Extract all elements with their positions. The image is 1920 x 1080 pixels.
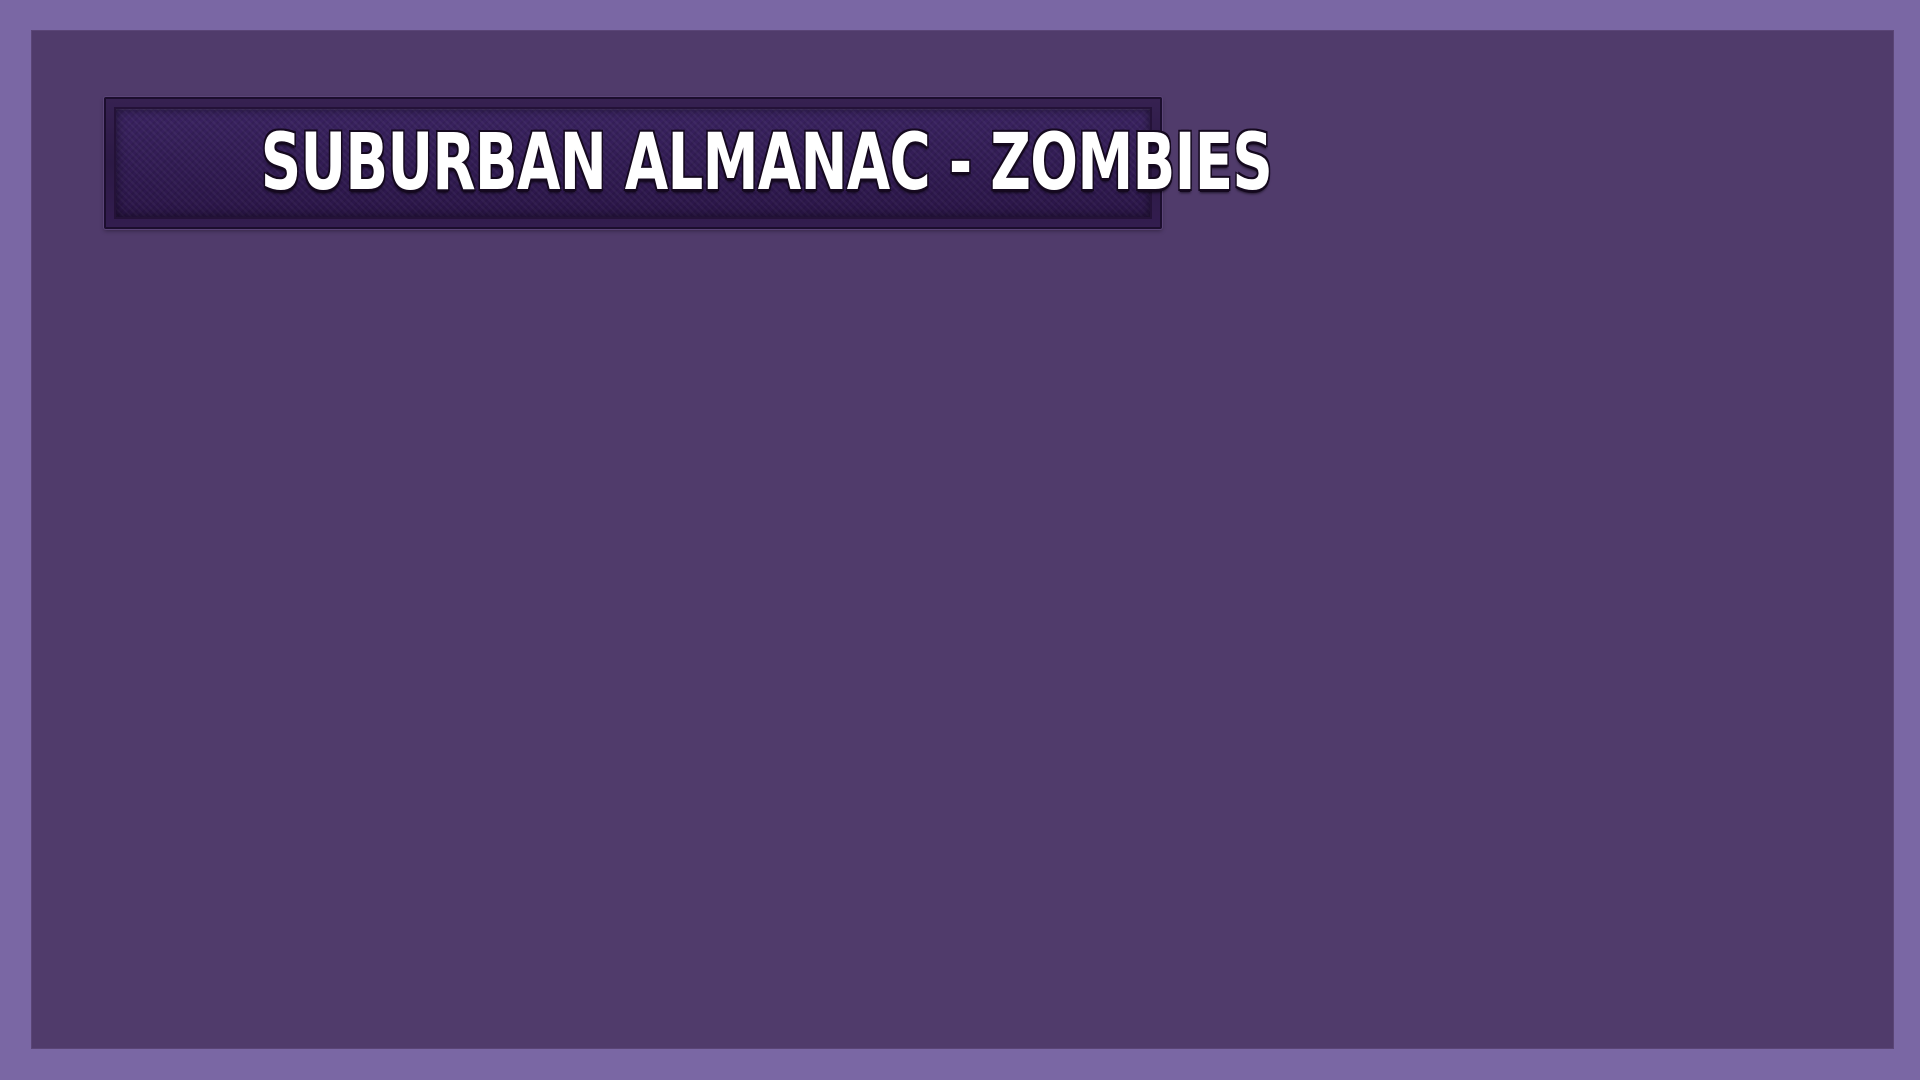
title-banner-plate: SUBURBAN ALMANAC - ZOMBIES — [114, 107, 1273, 219]
title-banner: SUBURBAN ALMANAC - ZOMBIES — [104, 97, 1273, 229]
page-title: SUBURBAN ALMANAC - ZOMBIES — [260, 118, 1273, 208]
almanac-frame: SUBURBAN ALMANAC - ZOMBIES — [0, 0, 1920, 1080]
